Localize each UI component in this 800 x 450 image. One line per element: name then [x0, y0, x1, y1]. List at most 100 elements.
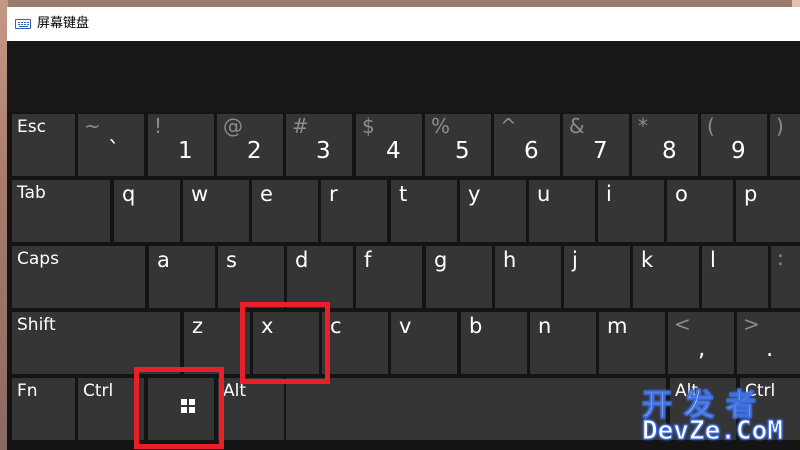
key-label: Alt [675, 381, 699, 401]
key-label: c [330, 314, 342, 338]
key-label: y [468, 182, 481, 206]
windows-logo-icon [181, 399, 195, 413]
key-shift-symbol: ^ [500, 114, 517, 138]
key-label: q [122, 182, 136, 206]
key-shift-symbol: > [743, 312, 760, 336]
key-ctrl[interactable]: Ctrl [740, 378, 800, 440]
key-shift-symbol: ! [154, 114, 163, 138]
key-symbol[interactable]: ) [770, 114, 800, 176]
key-label: s [226, 248, 237, 272]
key-shift-symbol: # [292, 114, 309, 138]
key-8[interactable]: * 8 [632, 114, 698, 176]
key-5[interactable]: % 5 [425, 114, 491, 176]
key-u[interactable]: u [529, 180, 595, 242]
key-shift-symbol: < [674, 312, 691, 336]
title-bar[interactable]: 屏幕键盘 [7, 7, 800, 41]
key-caps[interactable]: Caps [12, 246, 145, 308]
key-label: k [641, 248, 654, 272]
key-q[interactable]: q [114, 180, 180, 242]
key-shift-symbol: ) [776, 114, 784, 138]
key-o[interactable]: o [667, 180, 733, 242]
key-y[interactable]: y [460, 180, 526, 242]
key-g[interactable]: g [426, 246, 492, 308]
key-h[interactable]: h [495, 246, 561, 308]
key-shift[interactable]: Shift [12, 312, 180, 374]
key-shift-symbol: ( [707, 114, 715, 138]
key-1[interactable]: ! 1 [148, 114, 214, 176]
key-4[interactable]: $4 [356, 114, 422, 176]
key-3[interactable]: #3 [286, 114, 352, 176]
key-alt[interactable]: Alt [218, 378, 284, 440]
key-d[interactable]: d [287, 246, 353, 308]
keyboard-icon [15, 19, 31, 29]
key-label: u [537, 182, 551, 206]
key-9[interactable]: (9 [701, 114, 767, 176]
key-j[interactable]: j [564, 246, 630, 308]
key-esc[interactable]: Esc [12, 114, 75, 176]
key-z[interactable]: z [184, 312, 250, 374]
key-base-symbol: 5 [455, 138, 470, 164]
key-m[interactable]: m [599, 312, 665, 374]
key-label: w [191, 182, 209, 206]
key-alt[interactable]: Alt [670, 378, 736, 440]
key-7[interactable]: & 7 [563, 114, 629, 176]
key-x[interactable]: x [253, 312, 319, 374]
key-2[interactable]: @2 [217, 114, 283, 176]
key-l[interactable]: l [702, 246, 768, 308]
key-shift-symbol: ~ [84, 114, 101, 138]
key-e[interactable]: e [252, 180, 318, 242]
key-a[interactable]: a [149, 246, 215, 308]
key-shift-symbol: & [569, 114, 585, 138]
key-label: h [503, 248, 517, 272]
key-s[interactable]: s [218, 246, 284, 308]
key-label: x [261, 314, 274, 338]
key-symbol[interactable]: >. [737, 312, 800, 374]
key-shift-symbol: : [777, 246, 784, 270]
key-symbol[interactable]: <, [668, 312, 734, 374]
key-t[interactable]: t [391, 180, 457, 242]
key-label: Alt [223, 381, 247, 401]
key-label: t [399, 182, 408, 206]
key-label: b [469, 314, 483, 338]
key-blank[interactable] [286, 378, 666, 440]
key-f[interactable]: f [356, 246, 422, 308]
key-k[interactable]: k [633, 246, 699, 308]
key-label: g [434, 248, 448, 272]
key-base-symbol: . [766, 336, 774, 362]
key-label: l [710, 248, 716, 272]
key-label: Tab [17, 183, 46, 203]
key-p[interactable]: p [736, 180, 800, 242]
key-i[interactable]: i [598, 180, 664, 242]
key-c[interactable]: c [322, 312, 388, 374]
key-base-symbol: 7 [593, 138, 608, 164]
key-label: Shift [17, 315, 56, 335]
key-w[interactable]: w [183, 180, 249, 242]
key-ctrl[interactable]: Ctrl [78, 378, 144, 440]
key-base-symbol: 3 [316, 138, 331, 164]
key-shift-symbol: * [638, 114, 648, 138]
key-n[interactable]: n [530, 312, 596, 374]
key-tab[interactable]: Tab [12, 180, 110, 242]
key-label: f [364, 248, 372, 272]
key-label: p [744, 182, 758, 206]
key-base-symbol: , [698, 336, 706, 362]
key-r[interactable]: r [321, 180, 387, 242]
key-label: m [607, 314, 628, 338]
key-label: Ctrl [83, 381, 114, 401]
window-title: 屏幕键盘 [37, 16, 90, 31]
key-v[interactable]: v [391, 312, 457, 374]
key-b[interactable]: b [461, 312, 527, 374]
key-label: d [295, 248, 309, 272]
key-label: i [606, 182, 612, 206]
keyboard-keys-area: Esc ~ `! 1 @2 #3 $4% 5 ^ 6 & 7 * 8(9) Tab q w e r t y u i o p Cap… [7, 112, 800, 450]
key-windows[interactable] [148, 378, 214, 440]
key-base-symbol: 6 [524, 138, 539, 164]
key-6[interactable]: ^ 6 [494, 114, 560, 176]
key-label: r [329, 182, 338, 206]
key-shift-symbol: % [431, 114, 451, 138]
key-symbol[interactable]: : [771, 246, 800, 308]
key-symbol[interactable]: ~ ` [78, 114, 144, 176]
key-preview-area [7, 41, 800, 112]
key-base-symbol: 8 [662, 138, 677, 164]
key-fn[interactable]: Fn [12, 378, 75, 440]
